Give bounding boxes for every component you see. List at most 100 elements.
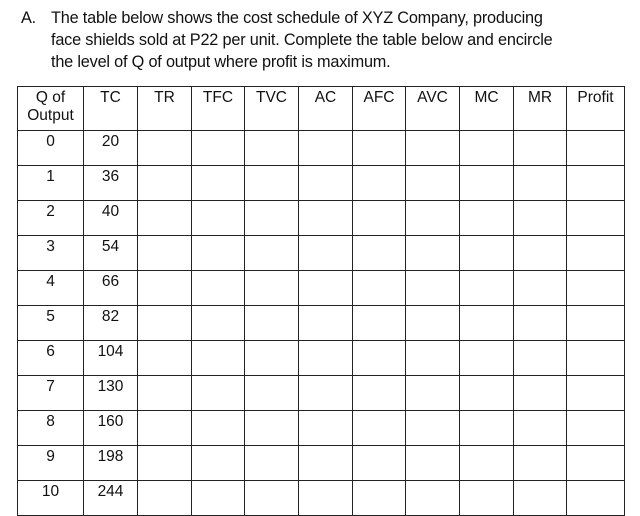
cell-tvc-blank[interactable] (244, 270, 299, 306)
cell-mc-blank[interactable] (459, 445, 514, 481)
cell-afc-blank[interactable] (352, 130, 406, 166)
cell-mc-blank[interactable] (459, 165, 514, 201)
cell-avc-blank[interactable] (405, 445, 460, 481)
cell-ac-blank[interactable] (298, 445, 353, 481)
cell-ac-blank[interactable] (298, 305, 353, 341)
cell-profit-blank[interactable] (566, 445, 625, 481)
cell-mc-blank[interactable] (459, 200, 514, 236)
cell-tfc-blank[interactable] (191, 200, 245, 236)
cell-mr-blank[interactable] (513, 130, 567, 166)
cell-mr-blank[interactable] (513, 270, 567, 306)
cell-tr-blank[interactable] (137, 200, 192, 236)
cell-tr-blank[interactable] (137, 235, 192, 271)
cell-tfc-blank[interactable] (191, 445, 245, 481)
cell-tr-blank[interactable] (137, 375, 192, 411)
cell-ac-blank[interactable] (298, 410, 353, 446)
cell-mc-blank[interactable] (459, 270, 514, 306)
cell-tfc-blank[interactable] (191, 130, 245, 166)
cell-afc-blank[interactable] (352, 165, 406, 201)
cell-tvc-blank[interactable] (244, 410, 299, 446)
cell-avc-blank[interactable] (405, 130, 460, 166)
cell-tfc-blank[interactable] (191, 410, 245, 446)
cell-ac-blank[interactable] (298, 480, 353, 516)
cell-mr-blank[interactable] (513, 480, 567, 516)
cell-afc-blank[interactable] (352, 305, 406, 341)
cell-tvc-blank[interactable] (244, 375, 299, 411)
cell-tr-blank[interactable] (137, 165, 192, 201)
cell-tfc-blank[interactable] (191, 235, 245, 271)
cell-tfc-blank[interactable] (191, 305, 245, 341)
cell-profit-blank[interactable] (566, 305, 625, 341)
cell-mr-blank[interactable] (513, 340, 567, 376)
cell-tvc-blank[interactable] (244, 305, 299, 341)
cell-afc-blank[interactable] (352, 270, 406, 306)
cell-avc-blank[interactable] (405, 340, 460, 376)
cell-profit-blank[interactable] (566, 270, 625, 306)
cell-tfc-blank[interactable] (191, 480, 245, 516)
cell-afc-blank[interactable] (352, 200, 406, 236)
column-header-label: MR (527, 89, 553, 106)
cell-mr-blank[interactable] (513, 410, 567, 446)
cell-tfc-blank[interactable] (191, 270, 245, 306)
cell-tvc-blank[interactable] (244, 445, 299, 481)
cell-mc-blank[interactable] (459, 375, 514, 411)
cell-tvc-blank[interactable] (244, 235, 299, 271)
cell-tvc-blank[interactable] (244, 165, 299, 201)
cell-mr-blank[interactable] (513, 375, 567, 411)
cell-profit-blank[interactable] (566, 130, 625, 166)
cell-mr-blank[interactable] (513, 305, 567, 341)
cell-tr-blank[interactable] (137, 480, 192, 516)
cell-tr-blank[interactable] (137, 270, 192, 306)
cell-afc-blank[interactable] (352, 375, 406, 411)
cell-profit-blank[interactable] (566, 375, 625, 411)
cell-ac-blank[interactable] (298, 235, 353, 271)
cell-afc-blank[interactable] (352, 235, 406, 271)
cell-tvc-blank[interactable] (244, 340, 299, 376)
cell-afc-blank[interactable] (352, 445, 406, 481)
cell-mc-blank[interactable] (459, 480, 514, 516)
cell-avc-blank[interactable] (405, 375, 460, 411)
cell-mr-blank[interactable] (513, 235, 567, 271)
cell-avc-blank[interactable] (405, 305, 460, 341)
cell-profit-blank[interactable] (566, 410, 625, 446)
cell-profit-blank[interactable] (566, 480, 625, 516)
cell-afc-blank[interactable] (352, 480, 406, 516)
cell-tfc-blank[interactable] (191, 340, 245, 376)
cell-tr-blank[interactable] (137, 410, 192, 446)
cell-avc-blank[interactable] (405, 235, 460, 271)
cell-avc-blank[interactable] (405, 270, 460, 306)
cell-ac-blank[interactable] (298, 375, 353, 411)
cell-ac-blank[interactable] (298, 165, 353, 201)
cell-avc-blank[interactable] (405, 480, 460, 516)
cell-tvc-blank[interactable] (244, 200, 299, 236)
cell-mc-blank[interactable] (459, 305, 514, 341)
cell-tvc-blank[interactable] (244, 130, 299, 166)
cell-afc-blank[interactable] (352, 340, 406, 376)
cell-mc-blank[interactable] (459, 130, 514, 166)
cell-afc-blank[interactable] (352, 410, 406, 446)
cell-avc-blank[interactable] (405, 410, 460, 446)
cell-ac-blank[interactable] (298, 270, 353, 306)
cell-profit-blank[interactable] (566, 340, 625, 376)
cell-tr-blank[interactable] (137, 340, 192, 376)
cell-mc-blank[interactable] (459, 410, 514, 446)
cell-ac-blank[interactable] (298, 340, 353, 376)
cell-tr-blank[interactable] (137, 305, 192, 341)
cell-profit-blank[interactable] (566, 200, 625, 236)
cell-profit-blank[interactable] (566, 235, 625, 271)
cell-tfc-blank[interactable] (191, 165, 245, 201)
cell-tr-blank[interactable] (137, 445, 192, 481)
cell-ac-blank[interactable] (298, 200, 353, 236)
cell-avc-blank[interactable] (405, 165, 460, 201)
cell-mc-blank[interactable] (459, 235, 514, 271)
cell-mr-blank[interactable] (513, 165, 567, 201)
cell-tr-blank[interactable] (137, 130, 192, 166)
cell-mr-blank[interactable] (513, 200, 567, 236)
cell-profit-blank[interactable] (566, 165, 625, 201)
cell-tfc-blank[interactable] (191, 375, 245, 411)
cell-ac-blank[interactable] (298, 130, 353, 166)
cell-mr-blank[interactable] (513, 445, 567, 481)
cell-avc-blank[interactable] (405, 200, 460, 236)
cell-tvc-blank[interactable] (244, 480, 299, 516)
cell-mc-blank[interactable] (459, 340, 514, 376)
